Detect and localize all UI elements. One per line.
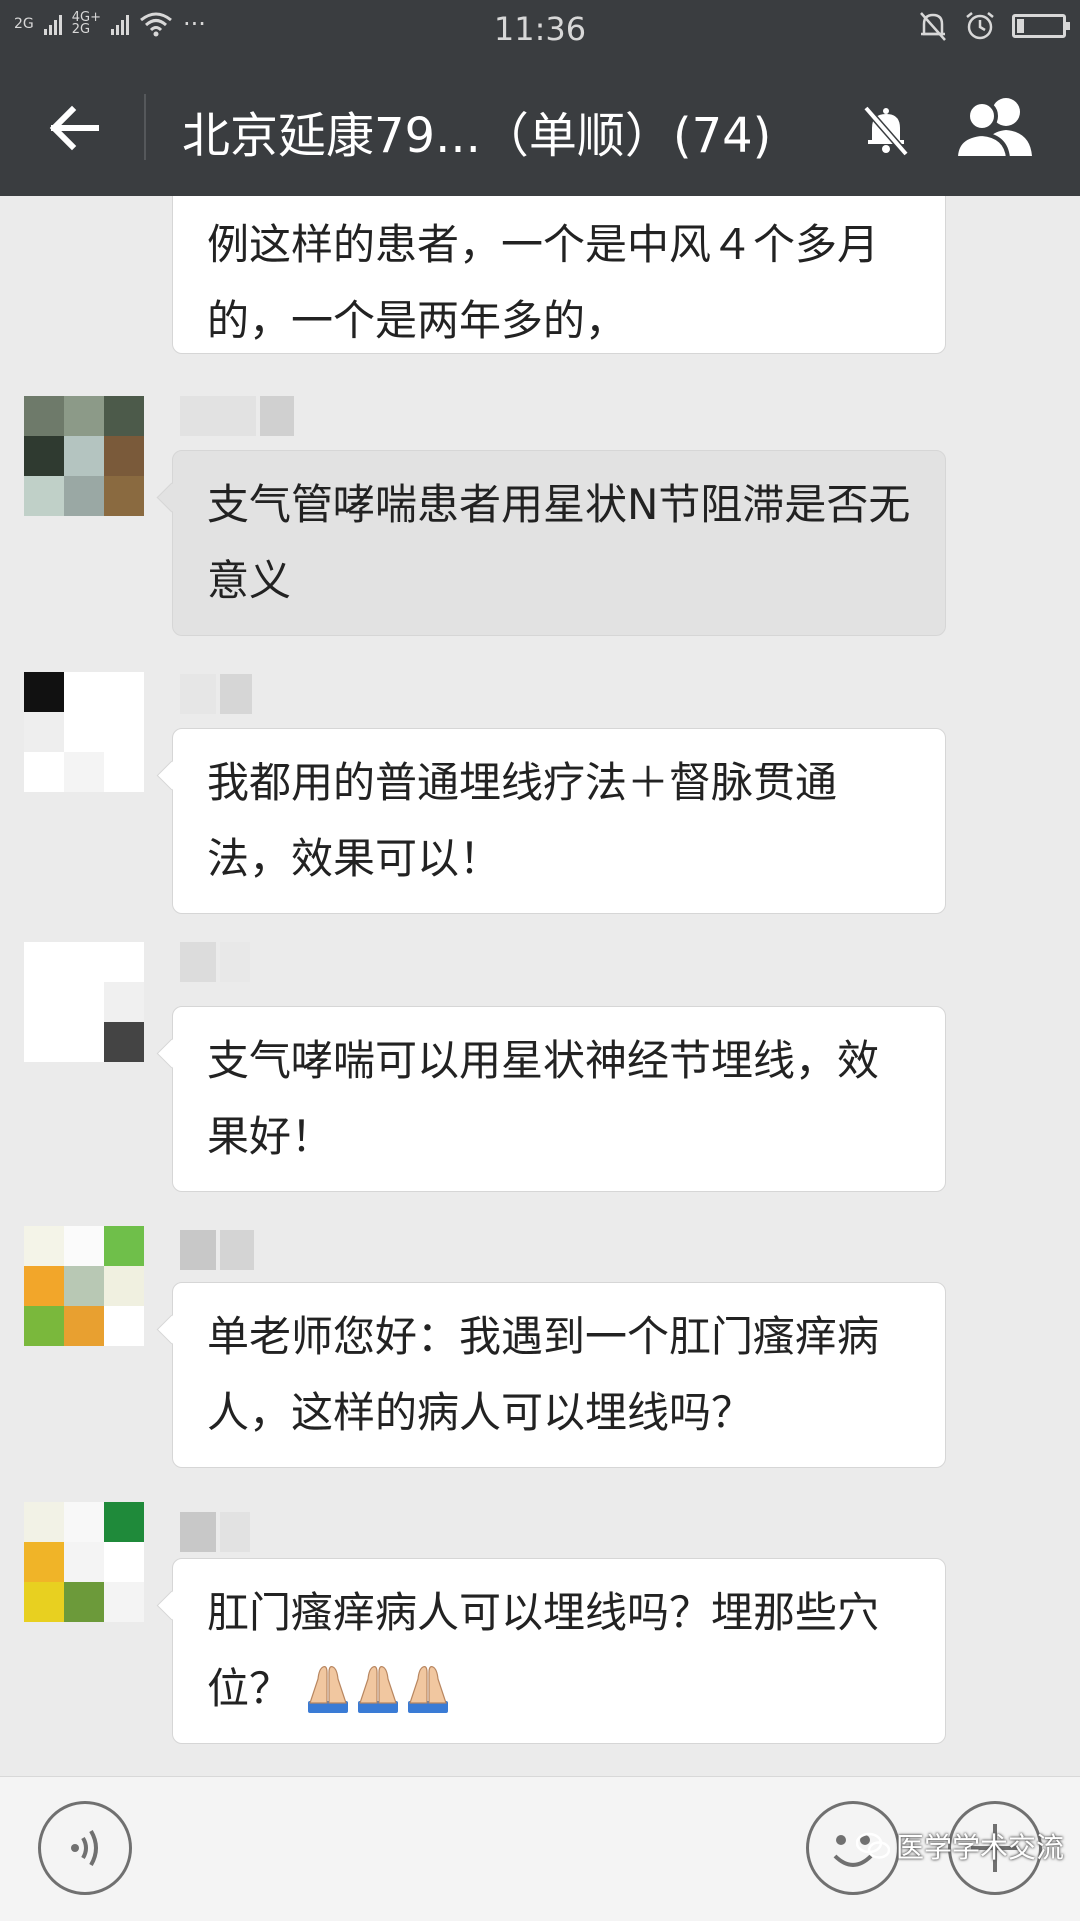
folded-hands-icon bbox=[358, 1666, 399, 1713]
folded-hands-icon bbox=[408, 1666, 449, 1713]
chat-area[interactable]: 例这样的患者，一个是中风４个多月的，一个是两年多的， 支气管哮喘患者用星状N节阻… bbox=[0, 196, 1080, 1776]
status-bar: 2G 4G+ 2G ··· 11:36 bbox=[0, 0, 1080, 58]
chat-header: 北京延康79...（单顺）(74) bbox=[0, 58, 1080, 196]
arrow-left-icon[interactable] bbox=[44, 98, 104, 158]
header-divider bbox=[144, 94, 146, 160]
avatar[interactable] bbox=[24, 1226, 144, 1346]
message-text: 支气管哮喘患者用星状N节阻滞是否无意义 bbox=[207, 480, 911, 605]
group-members-icon[interactable] bbox=[952, 94, 1038, 160]
avatar[interactable] bbox=[24, 672, 144, 792]
sender-name-blurred bbox=[180, 1512, 250, 1552]
sender-name-blurred bbox=[180, 1230, 254, 1270]
alarm-muted-icon bbox=[920, 12, 946, 41]
emoji-group bbox=[304, 1664, 454, 1713]
avatar[interactable] bbox=[24, 396, 144, 516]
sender-name-blurred bbox=[180, 396, 294, 436]
message-bubble[interactable]: 支气哮喘可以用星状神经节埋线，效果好！ bbox=[172, 1006, 946, 1192]
chat-title[interactable]: 北京延康79...（单顺）(74) bbox=[182, 96, 771, 166]
alarm-clock-icon bbox=[966, 12, 994, 40]
status-right bbox=[918, 10, 1070, 42]
message-bubble[interactable]: 我都用的普通埋线疗法＋督脉贯通法，效果可以！ bbox=[172, 728, 946, 914]
sender-name-blurred bbox=[180, 674, 252, 714]
voice-input-button[interactable] bbox=[38, 1801, 132, 1895]
avatar[interactable] bbox=[24, 1502, 144, 1622]
avatar[interactable] bbox=[24, 942, 144, 1062]
message-bubble[interactable]: 例这样的患者，一个是中风４个多月的，一个是两年多的， bbox=[172, 196, 946, 354]
wechat-logo-icon bbox=[856, 1832, 890, 1859]
bell-muted-icon bbox=[863, 105, 909, 157]
message-bubble[interactable]: 肛门瘙痒病人可以埋线吗？埋那些穴位？ bbox=[172, 1558, 946, 1744]
message-text: 我都用的普通埋线疗法＋督脉贯通法，效果可以！ bbox=[207, 758, 838, 883]
message-text: 支气哮喘可以用星状神经节埋线，效果好！ bbox=[207, 1036, 880, 1161]
folded-hands-icon bbox=[308, 1666, 349, 1713]
voice-input-icon bbox=[71, 1829, 98, 1867]
message-bubble[interactable]: 支气管哮喘患者用星状N节阻滞是否无意义 bbox=[172, 450, 946, 636]
message-text: 单老师您好：我遇到一个肛门瘙痒病人，这样的病人可以埋线吗？ bbox=[207, 1312, 880, 1437]
message-bubble[interactable]: 单老师您好：我遇到一个肛门瘙痒病人，这样的病人可以埋线吗？ bbox=[172, 1282, 946, 1468]
watermark-text: 医学学术交流 bbox=[896, 1831, 1065, 1864]
battery-icon bbox=[1012, 14, 1070, 38]
watermark: 医学学术交流 bbox=[856, 1826, 1064, 1866]
sender-name-blurred bbox=[180, 942, 250, 982]
message-text: 例这样的患者，一个是中风４个多月的，一个是两年多的， bbox=[207, 220, 880, 345]
